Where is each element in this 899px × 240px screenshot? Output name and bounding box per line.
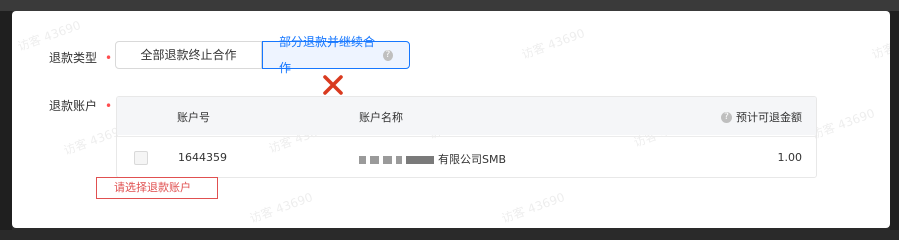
refund-dialog: 访客 43690 访客 43690 访客 43690 访客 43690 访客 4… (12, 11, 890, 228)
column-account-name: 账户名称 (359, 111, 403, 124)
redaction (406, 156, 434, 164)
table-header: 账户号 账户名称 ? 预计可退金额 (117, 97, 816, 135)
column-account-no: 账户号 (177, 111, 210, 124)
refund-account-table: 账户号 账户名称 ? 预计可退金额 1644359 有限公司SMB 1.00 (116, 96, 817, 178)
table-row[interactable]: 1644359 有限公司SMB 1.00 (117, 136, 816, 177)
row-checkbox[interactable] (134, 151, 148, 165)
overlay-left-edge (0, 11, 12, 230)
watermark: 访客 43690 (809, 106, 877, 142)
background-window-strip (0, 0, 899, 11)
redaction (359, 156, 366, 164)
cell-account-no: 1644359 (178, 151, 227, 164)
cell-amount: 1.00 (777, 151, 803, 164)
required-mark: • (105, 51, 113, 65)
column-expected-amount-label: 预计可退金额 (736, 111, 802, 124)
watermark: 访客 43690 (519, 26, 587, 62)
redaction (383, 156, 392, 164)
blurred-ghost-text (178, 0, 378, 11)
help-icon[interactable]: ? (721, 111, 732, 123)
required-mark: • (105, 99, 113, 113)
error-message: 请选择退款账户 (96, 177, 218, 199)
overlay-right-edge (890, 11, 899, 230)
option-full-refund-terminate[interactable]: 全部退款终止合作 (115, 41, 262, 69)
watermark: 访客 43690 (869, 26, 890, 62)
refund-type-segmented: 全部退款终止合作 部分退款并继续合作 ? (115, 35, 410, 75)
refund-account-label-text: 退款账户 (49, 99, 98, 113)
column-expected-amount: ? 预计可退金额 (721, 109, 802, 125)
refund-account-label: 退款账户 • (49, 97, 112, 114)
cell-account-name-text: 有限公司SMB (438, 153, 507, 166)
cell-account-name: 有限公司SMB (359, 151, 506, 167)
redaction (396, 156, 402, 164)
help-icon[interactable]: ? (382, 49, 393, 61)
watermark: 访客 43690 (499, 190, 567, 226)
red-x-mark-icon (323, 75, 343, 95)
redaction (370, 156, 379, 164)
watermark: 访客 43690 (247, 190, 315, 226)
option-partial-refund-continue[interactable]: 部分退款并继续合作 ? (262, 35, 410, 75)
refund-type-label-text: 退款类型 (49, 51, 98, 65)
refund-type-label: 退款类型 • (49, 49, 112, 66)
